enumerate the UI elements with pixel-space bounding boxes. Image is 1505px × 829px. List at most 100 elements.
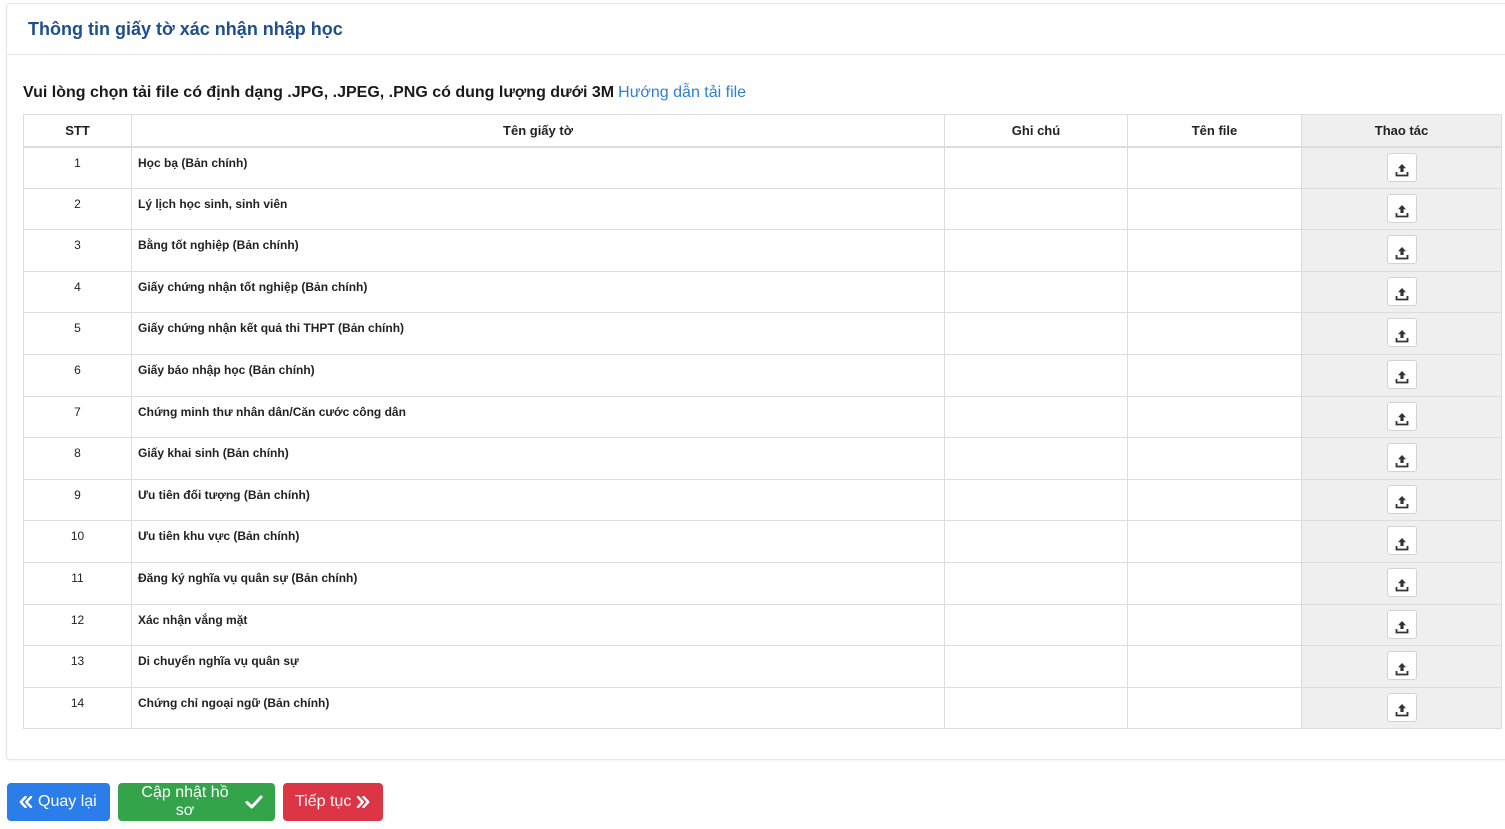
- row-action: [1301, 353, 1502, 397]
- row-file-name: [1127, 146, 1302, 189]
- table-row: 3 Bằng tốt nghiệp (Bản chính): [23, 229, 1502, 272]
- row-stt: 3: [23, 229, 132, 272]
- row-stt: 6: [23, 353, 132, 397]
- upload-button[interactable]: [1386, 401, 1417, 431]
- row-stt: 10: [23, 520, 132, 563]
- update-profile-button-label: Cập nhật hồ sơ: [141, 784, 229, 819]
- continue-button-label: Tiếp tục: [295, 793, 352, 810]
- upload-button[interactable]: [1386, 484, 1417, 514]
- row-document-name: Đăng ký nghĩa vụ quân sự (Bản chính): [131, 561, 945, 605]
- upload-button[interactable]: [1386, 567, 1417, 597]
- row-stt: 13: [23, 645, 132, 688]
- row-file-name: [1127, 603, 1302, 647]
- row-note: [944, 270, 1128, 314]
- row-stt: 14: [23, 686, 132, 730]
- row-file-name: [1127, 187, 1302, 231]
- upload-guide-link[interactable]: Hướng dẫn tải file: [618, 84, 746, 101]
- table-row: 10 Ưu tiên khu vực (Bản chính): [23, 520, 1502, 563]
- column-header-note: Ghi chú: [944, 114, 1128, 148]
- upload-button[interactable]: [1386, 609, 1417, 639]
- row-note: [944, 561, 1128, 605]
- row-note: [944, 645, 1128, 688]
- column-header-document-name: Tên giấy tờ: [131, 114, 945, 148]
- row-note: [944, 312, 1128, 355]
- table-row: 8 Giấy khai sinh (Bản chính): [23, 437, 1502, 480]
- upload-button[interactable]: [1386, 235, 1417, 265]
- upload-icon: [1388, 246, 1416, 260]
- row-document-name: Giấy khai sinh (Bản chính): [131, 437, 945, 480]
- upload-button[interactable]: [1386, 651, 1417, 681]
- document-card: Thông tin giấy tờ xác nhận nhập học Vui …: [6, 3, 1505, 760]
- row-document-name: Di chuyển nghĩa vụ quân sự: [131, 645, 945, 688]
- double-chevron-left-icon: [19, 796, 33, 808]
- row-document-name: Giấy chứng nhận kết quả thi THPT (Bản ch…: [131, 312, 945, 355]
- table-row: 5 Giấy chứng nhận kết quả thi THPT (Bản c…: [23, 312, 1502, 355]
- row-file-name: [1127, 645, 1302, 688]
- upload-button[interactable]: [1386, 526, 1417, 556]
- row-note: [944, 353, 1128, 397]
- row-note: [944, 603, 1128, 647]
- upload-icon: [1388, 495, 1416, 509]
- double-chevron-right-icon: [356, 796, 370, 808]
- row-action: [1301, 312, 1502, 355]
- upload-button[interactable]: [1386, 359, 1417, 389]
- row-note: [944, 686, 1128, 730]
- upload-icon: [1388, 662, 1416, 676]
- upload-icon: [1388, 620, 1416, 634]
- upload-button[interactable]: [1386, 318, 1417, 348]
- table-row: 13 Di chuyển nghĩa vụ quân sự: [23, 645, 1502, 688]
- upload-icon: [1388, 287, 1416, 301]
- row-file-name: [1127, 312, 1302, 355]
- row-document-name: Bằng tốt nghiệp (Bản chính): [131, 229, 945, 272]
- upload-button[interactable]: [1386, 692, 1417, 722]
- row-action: [1301, 603, 1502, 647]
- table-header-row: STT Tên giấy tờ Ghi chú Tên file Thao tá…: [23, 114, 1502, 148]
- table-row: 9 Ưu tiên đối tượng (Bản chính): [23, 478, 1502, 522]
- row-stt: 11: [23, 561, 132, 605]
- row-action: [1301, 395, 1502, 439]
- upload-button[interactable]: [1386, 276, 1417, 306]
- row-file-name: [1127, 520, 1302, 563]
- upload-icon: [1388, 537, 1416, 551]
- upload-button[interactable]: [1386, 193, 1417, 223]
- back-button-label: Quay lại: [38, 793, 97, 810]
- row-file-name: [1127, 478, 1302, 522]
- row-note: [944, 229, 1128, 272]
- back-button[interactable]: Quay lại: [7, 783, 110, 821]
- update-profile-button[interactable]: Cập nhật hồ sơ: [118, 783, 275, 821]
- upload-icon: [1388, 204, 1416, 218]
- row-note: [944, 395, 1128, 439]
- documents-table: STT Tên giấy tờ Ghi chú Tên file Thao tá…: [23, 114, 1502, 730]
- row-file-name: [1127, 686, 1302, 730]
- table-row: 7 Chứng minh thư nhân dân/Căn cước công d…: [23, 395, 1502, 439]
- upload-button[interactable]: [1386, 152, 1417, 182]
- row-document-name: Học bạ (Bản chính): [131, 146, 945, 189]
- table-row: 14 Chứng chỉ ngoại ngữ (Bản chính): [23, 686, 1502, 730]
- row-document-name: Lý lịch học sinh, sinh viên: [131, 187, 945, 231]
- continue-button[interactable]: Tiếp tục: [283, 783, 383, 821]
- row-action: [1301, 478, 1502, 522]
- row-action: [1301, 229, 1502, 272]
- row-action: [1301, 187, 1502, 231]
- table-header: STT Tên giấy tờ Ghi chú Tên file Thao tá…: [23, 114, 1502, 148]
- upload-icon: [1388, 329, 1416, 343]
- row-note: [944, 187, 1128, 231]
- row-note: [944, 520, 1128, 563]
- table-row: 12 Xác nhận vắng mặt: [23, 603, 1502, 647]
- row-file-name: [1127, 229, 1302, 272]
- row-document-name: Giấy báo nhập học (Bản chính): [131, 353, 945, 397]
- upload-icon: [1388, 578, 1416, 592]
- row-file-name: [1127, 353, 1302, 397]
- upload-notice-text: Vui lòng chọn tải file có định dạng .JPG…: [23, 84, 615, 101]
- row-file-name: [1127, 437, 1302, 480]
- table-row: 1 Học bạ (Bản chính): [23, 146, 1502, 189]
- row-note: [944, 437, 1128, 480]
- card-header: Thông tin giấy tờ xác nhận nhập học: [7, 4, 1505, 55]
- row-stt: 7: [23, 395, 132, 439]
- row-file-name: [1127, 561, 1302, 605]
- row-stt: 2: [23, 187, 132, 231]
- row-action: [1301, 561, 1502, 605]
- upload-icon: [1388, 163, 1416, 177]
- row-file-name: [1127, 395, 1302, 439]
- upload-button[interactable]: [1386, 443, 1417, 473]
